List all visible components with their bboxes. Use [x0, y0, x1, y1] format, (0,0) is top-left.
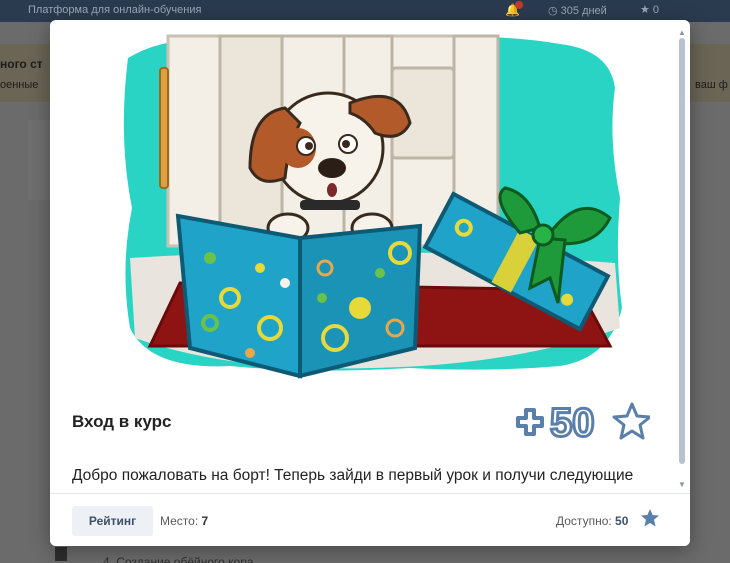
available-label: Доступно: [556, 514, 612, 528]
lesson-title: 4. Создание обёйного кора [103, 555, 254, 563]
star-filled-icon [641, 509, 659, 527]
banner-title: ного ст [0, 57, 43, 71]
streak-counter[interactable]: ◷ 305 дней [548, 4, 607, 17]
puppy-gift-illustration [123, 34, 622, 379]
scroll-up-icon[interactable]: ▲ [678, 28, 686, 37]
stars-value: 0 [652, 4, 660, 16]
place-value: 7 [201, 514, 209, 528]
reward-amount: 50 [550, 401, 595, 442]
scrollbar-thumb[interactable] [679, 38, 685, 464]
available-info: Доступно: 50 [556, 514, 628, 528]
modal-content: Вход в курс 50 Добро пожаловать на борт!… [50, 20, 690, 493]
background-lesson-item: 4. Создание обёйного кора [55, 543, 455, 563]
modal-title: Вход в курс [72, 412, 172, 431]
available-value: 50 [615, 514, 629, 528]
achievement-modal: Вход в курс 50 Добро пожаловать на борт!… [50, 20, 690, 546]
notification-badge [515, 1, 523, 9]
rating-button[interactable]: Рейтинг [72, 506, 153, 536]
streak-value: 305 дней [560, 5, 607, 17]
lesson-icon [55, 547, 67, 561]
modal-scrollbar[interactable]: ▲ ▼ [676, 28, 688, 490]
plus-icon [516, 408, 544, 436]
reward-badge: 50 [516, 400, 650, 442]
modal-footer: Рейтинг Место: 7 Доступно: 50 [50, 493, 690, 546]
banner-text: оенные [0, 79, 39, 91]
top-bar: Платформа для онлайн-обучения 🔔 ◷ 305 дн… [0, 0, 730, 22]
place-label: Место: [160, 514, 199, 528]
banner-text-right: ваш ф [695, 79, 728, 91]
star-outline-icon [612, 402, 650, 440]
scroll-down-icon[interactable]: ▼ [678, 480, 686, 489]
modal-description: Добро пожаловать на борт! Теперь зайди в… [72, 467, 634, 493]
stars-counter[interactable]: ★ 0 [640, 3, 659, 16]
brand-name[interactable]: Платформа для онлайн-обучения [28, 4, 201, 16]
place-info: Место: 7 [160, 514, 208, 528]
